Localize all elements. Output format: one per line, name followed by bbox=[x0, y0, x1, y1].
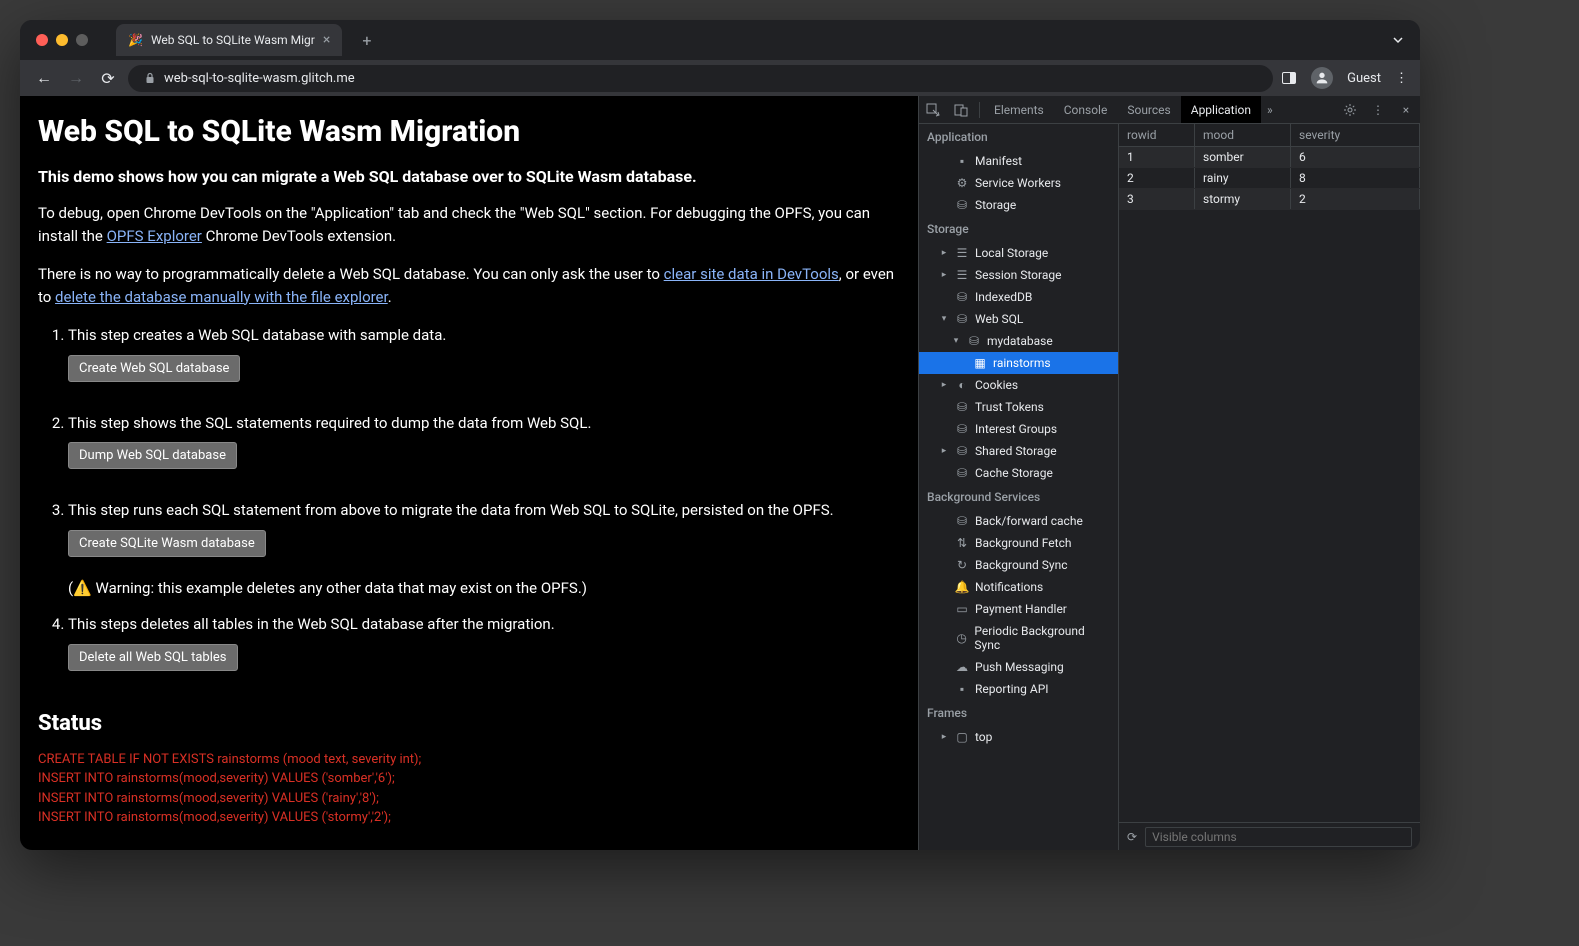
col-severity[interactable]: severity bbox=[1291, 124, 1420, 146]
sidebar-bg-fetch[interactable]: ⇅Background Fetch bbox=[919, 532, 1118, 554]
content-row: Web SQL to SQLite Wasm Migration This de… bbox=[20, 96, 1420, 850]
toolbar-right: Guest ⋮ bbox=[1281, 67, 1408, 89]
data-table: rowid mood severity 1 somber 6 2 rainy bbox=[1119, 124, 1420, 822]
sidebar-session-storage[interactable]: ▸☰Session Storage bbox=[919, 264, 1118, 286]
sidebar-notifications[interactable]: 🔔Notifications bbox=[919, 576, 1118, 598]
status-heading: Status bbox=[38, 711, 900, 736]
step-3: This step runs each SQL statement from a… bbox=[68, 499, 900, 599]
inspect-icon[interactable] bbox=[919, 103, 947, 117]
page-subtitle: This demo shows how you can migrate a We… bbox=[38, 167, 900, 186]
sidebar-trust-tokens[interactable]: ⛁Trust Tokens bbox=[919, 396, 1118, 418]
opfs-explorer-link[interactable]: OPFS Explorer bbox=[107, 227, 202, 245]
visible-columns-input[interactable] bbox=[1145, 827, 1412, 847]
tab-elements[interactable]: Elements bbox=[984, 96, 1054, 123]
tab-title: Web SQL to SQLite Wasm Migr bbox=[151, 33, 315, 47]
address-bar[interactable]: web-sql-to-sqlite-wasm.glitch.me bbox=[128, 65, 1273, 92]
table-row[interactable]: 3 stormy 2 bbox=[1119, 189, 1420, 210]
delete-tables-button[interactable]: Delete all Web SQL tables bbox=[68, 644, 238, 671]
devtools-sidebar: Application ▪Manifest ⚙Service Workers ⛁… bbox=[919, 124, 1119, 850]
back-button[interactable]: ← bbox=[32, 66, 56, 90]
delete-db-manually-link[interactable]: delete the database manually with the fi… bbox=[55, 288, 388, 306]
paragraph-delete: There is no way to programmatically dele… bbox=[38, 263, 900, 308]
create-websql-button[interactable]: Create Web SQL database bbox=[68, 355, 240, 382]
step-1: This step creates a Web SQL database wit… bbox=[68, 324, 900, 402]
sidebar-table-rainstorms[interactable]: ▦rainstorms bbox=[919, 352, 1118, 374]
page-title: Web SQL to SQLite Wasm Migration bbox=[38, 114, 900, 149]
minimize-window-icon[interactable] bbox=[56, 34, 68, 46]
close-window-icon[interactable] bbox=[36, 34, 48, 46]
url-text: web-sql-to-sqlite-wasm.glitch.me bbox=[164, 71, 355, 86]
sidebar-shared-storage[interactable]: ▸⛁Shared Storage bbox=[919, 440, 1118, 462]
sidebar-push-messaging[interactable]: ☁Push Messaging bbox=[919, 656, 1118, 678]
devtools-panel: Elements Console Sources Application » ⋮… bbox=[918, 96, 1420, 850]
sidebar-cookies[interactable]: ▸◐Cookies bbox=[919, 374, 1118, 396]
tab-application[interactable]: Application bbox=[1181, 96, 1261, 123]
section-application: Application bbox=[919, 124, 1118, 150]
address-bar-row: ← → ⟳ web-sql-to-sqlite-wasm.glitch.me G… bbox=[20, 60, 1420, 96]
page-content: Web SQL to SQLite Wasm Migration This de… bbox=[20, 96, 918, 850]
sidebar-reporting-api[interactable]: ▪Reporting API bbox=[919, 678, 1118, 700]
traffic-lights bbox=[36, 34, 88, 46]
sidebar-interest-groups[interactable]: ⛁Interest Groups bbox=[919, 418, 1118, 440]
settings-icon[interactable] bbox=[1336, 103, 1364, 117]
tab-favicon: 🎉 bbox=[128, 33, 143, 47]
col-mood[interactable]: mood bbox=[1195, 124, 1291, 146]
devtools-tabs: Elements Console Sources Application » ⋮… bbox=[919, 96, 1420, 124]
browser-tab[interactable]: 🎉 Web SQL to SQLite Wasm Migr × bbox=[116, 24, 342, 56]
reload-button[interactable]: ⟳ bbox=[96, 66, 120, 90]
devtools-body: Application ▪Manifest ⚙Service Workers ⛁… bbox=[919, 124, 1420, 850]
table-row[interactable]: 2 rainy 8 bbox=[1119, 168, 1420, 189]
tab-sources[interactable]: Sources bbox=[1117, 96, 1180, 123]
clear-site-data-link[interactable]: clear site data in DevTools bbox=[664, 265, 839, 283]
paragraph-debug: To debug, open Chrome DevTools on the "A… bbox=[38, 202, 900, 247]
step-2: This step shows the SQL statements requi… bbox=[68, 412, 900, 490]
device-toggle-icon[interactable] bbox=[947, 103, 975, 117]
lock-icon bbox=[144, 72, 156, 84]
sidebar-periodic-sync[interactable]: ◷Periodic Background Sync bbox=[919, 620, 1118, 656]
sidebar-websql[interactable]: ▾⛁Web SQL bbox=[919, 308, 1118, 330]
tabs-more-icon[interactable]: » bbox=[1261, 103, 1279, 117]
sidebar-storage[interactable]: ⛁Storage bbox=[919, 194, 1118, 216]
maximize-window-icon[interactable] bbox=[76, 34, 88, 46]
sidebar-bf-cache[interactable]: ⛁Back/forward cache bbox=[919, 510, 1118, 532]
sidebar-local-storage[interactable]: ▸☰Local Storage bbox=[919, 242, 1118, 264]
more-icon[interactable]: ⋮ bbox=[1364, 103, 1392, 117]
tabs-overflow-icon[interactable] bbox=[1392, 34, 1404, 46]
menu-icon[interactable]: ⋮ bbox=[1395, 71, 1408, 86]
browser-window: 🎉 Web SQL to SQLite Wasm Migr × + ← → ⟳ … bbox=[20, 20, 1420, 850]
section-background: Background Services bbox=[919, 484, 1118, 510]
profile-avatar[interactable] bbox=[1311, 67, 1333, 89]
dump-websql-button[interactable]: Dump Web SQL database bbox=[68, 442, 237, 469]
refresh-icon[interactable]: ⟳ bbox=[1127, 830, 1137, 844]
tab-console[interactable]: Console bbox=[1054, 96, 1118, 123]
section-frames: Frames bbox=[919, 700, 1118, 726]
close-devtools-icon[interactable]: × bbox=[1392, 103, 1420, 117]
section-storage: Storage bbox=[919, 216, 1118, 242]
profile-label: Guest bbox=[1347, 71, 1381, 86]
new-tab-button[interactable]: + bbox=[362, 31, 371, 50]
col-rowid[interactable]: rowid bbox=[1119, 124, 1195, 146]
sidebar-payment-handler[interactable]: ▭Payment Handler bbox=[919, 598, 1118, 620]
steps-list: This step creates a Web SQL database wit… bbox=[38, 324, 900, 691]
status-log: CREATE TABLE IF NOT EXISTS rainstorms (m… bbox=[38, 750, 900, 828]
step-3-warning: (⚠️ Warning: this example deletes any ot… bbox=[68, 577, 900, 600]
create-sqlite-button[interactable]: Create SQLite Wasm database bbox=[68, 530, 266, 557]
titlebar: 🎉 Web SQL to SQLite Wasm Migr × + bbox=[20, 20, 1420, 60]
sidebar-cache-storage[interactable]: ⛁Cache Storage bbox=[919, 462, 1118, 484]
devtools-footer: ⟳ bbox=[1119, 822, 1420, 850]
sidebar-bg-sync[interactable]: ↻Background Sync bbox=[919, 554, 1118, 576]
sidebar-db-mydatabase[interactable]: ▾⛁mydatabase bbox=[919, 330, 1118, 352]
panel-icon[interactable] bbox=[1281, 70, 1297, 86]
table-header: rowid mood severity bbox=[1119, 124, 1420, 147]
table-row[interactable]: 1 somber 6 bbox=[1119, 147, 1420, 168]
sidebar-service-workers[interactable]: ⚙Service Workers bbox=[919, 172, 1118, 194]
step-4: This steps deletes all tables in the Web… bbox=[68, 613, 900, 691]
devtools-main: rowid mood severity 1 somber 6 2 rainy bbox=[1119, 124, 1420, 850]
forward-button[interactable]: → bbox=[64, 66, 88, 90]
sidebar-frame-top[interactable]: ▸▢top bbox=[919, 726, 1118, 748]
sidebar-manifest[interactable]: ▪Manifest bbox=[919, 150, 1118, 172]
sidebar-indexeddb[interactable]: ⛁IndexedDB bbox=[919, 286, 1118, 308]
close-tab-icon[interactable]: × bbox=[323, 32, 330, 48]
